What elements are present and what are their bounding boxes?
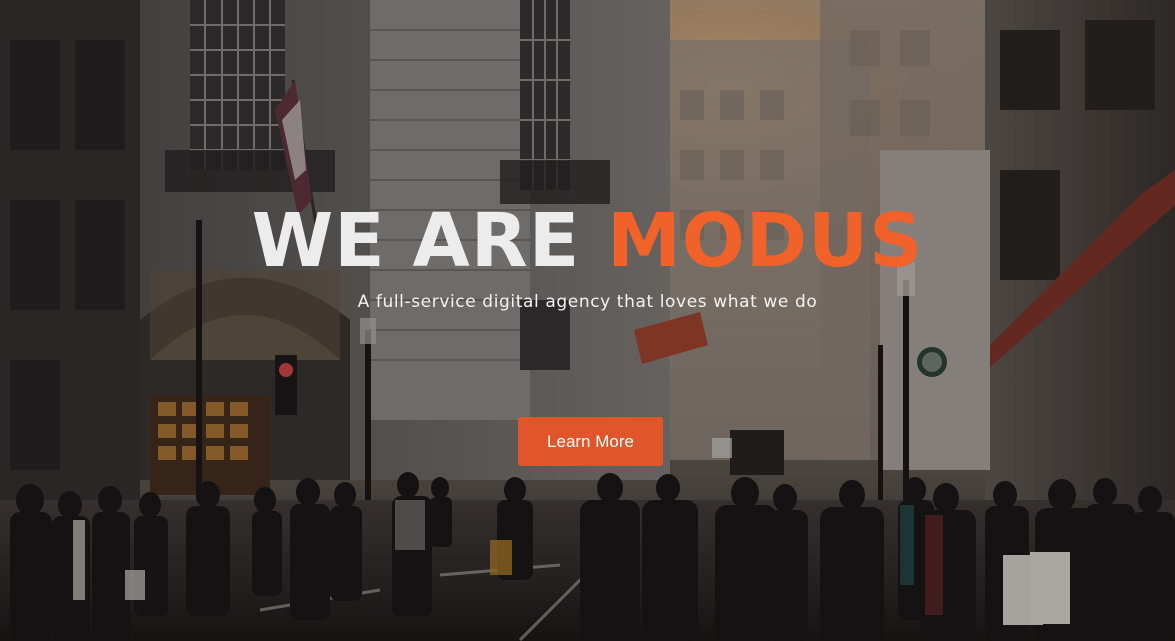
hero-tagline: A full-service digital agency that loves… (357, 292, 818, 312)
learn-more-button[interactable]: Learn More (518, 417, 663, 466)
headline-accent: MODUS (607, 198, 924, 284)
hero-section: WE ARE MODUS A full-service digital agen… (0, 0, 1175, 641)
hero-headline: WE ARE MODUS (0, 196, 1175, 286)
dark-overlay (0, 0, 1175, 641)
headline-main: WE ARE (251, 198, 581, 284)
